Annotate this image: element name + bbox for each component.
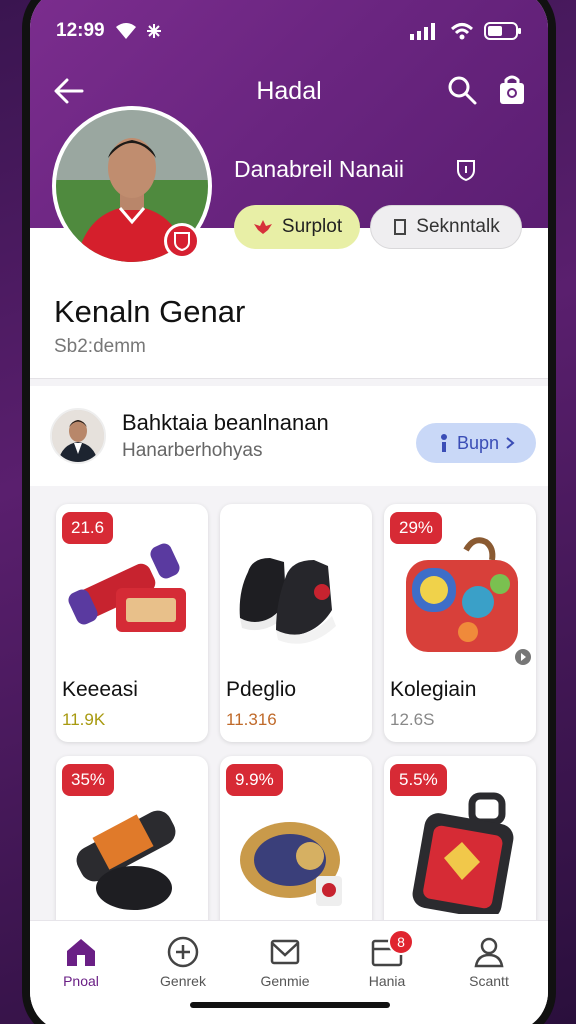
product-card[interactable]: Pdeglio 11.316 [220, 504, 372, 742]
user-icon [474, 937, 504, 968]
message-icon [394, 219, 407, 235]
scarf-icon [68, 543, 186, 632]
page-title: Hadal [256, 76, 322, 105]
chevron-right-icon [506, 437, 515, 449]
cart-icon-wrapper: 8 [370, 929, 414, 969]
club-badge-icon [164, 223, 200, 259]
plus-circle-icon [167, 936, 199, 968]
tab-label: Hania [368, 973, 406, 989]
profile-full-name: Kenaln Genar [54, 294, 246, 329]
home-icon [67, 939, 95, 966]
product-price: 11.9K [62, 710, 106, 729]
bag-icon [406, 537, 518, 652]
tab-cart[interactable]: 8 Hania [342, 929, 432, 995]
follow-button[interactable]: Surplot [234, 205, 360, 249]
status-bar: 12:99 [56, 18, 522, 44]
product-name: Pdeglio [226, 678, 297, 701]
signal-icon [410, 23, 435, 40]
coach-photo [52, 410, 104, 462]
product-price: 12.6S [390, 710, 435, 729]
section-divider [30, 378, 548, 379]
product-name: Keeeasi [62, 678, 138, 701]
message-button[interactable]: Seknntalk [370, 205, 522, 249]
tab-profile[interactable]: Scantt [444, 935, 534, 995]
verified-shield-icon [457, 160, 475, 182]
mail-icon [270, 939, 300, 965]
join-button-label: Bupn [456, 432, 500, 453]
phone-frame: 12:99 Hadal Danabreil Nanaii Surplot Sek… [22, 0, 556, 1024]
display-name: Danabreil Nanaii [234, 156, 405, 182]
product-card[interactable]: 21.6 Keeeasi 11.9K [56, 504, 208, 742]
product-price: 11.316 [226, 710, 277, 729]
boots-icon [239, 558, 336, 644]
coach-name: Bahktaia beanlnanan [122, 410, 329, 435]
tab-label: Pnoal [63, 973, 99, 989]
tab-create[interactable]: Genrek [138, 935, 228, 995]
tab-home[interactable]: Pnoal [36, 935, 126, 995]
join-button[interactable]: Bupn [416, 423, 536, 463]
search-icon[interactable] [446, 74, 478, 106]
profile-handle: Sb2:demm [54, 336, 146, 357]
settings-sparkle-icon [146, 24, 161, 38]
message-button-label: Seknntalk [416, 216, 500, 237]
screen: 12:99 Hadal Danabreil Nanaii Surplot Sek… [30, 0, 548, 1024]
tab-label: Genmie [260, 973, 310, 989]
follow-button-label: Surplot [281, 216, 343, 237]
play-more-icon[interactable] [514, 648, 532, 666]
coach-subtitle: Hanarberhohyas [122, 440, 263, 461]
info-person-icon [440, 434, 447, 452]
battery-icon [484, 22, 521, 40]
back-arrow-icon[interactable] [52, 74, 86, 108]
belt-icon [240, 822, 342, 906]
product-name: Kolegiain [390, 678, 477, 701]
cart-count-badge: 8 [388, 929, 414, 955]
home-indicator[interactable] [190, 1002, 390, 1008]
tab-label: Genrek [160, 973, 206, 989]
luggage-tag-icon [412, 792, 514, 914]
wifi-icon [450, 23, 474, 40]
follow-icon [253, 220, 272, 234]
status-time: 12:99 [56, 20, 105, 41]
wifi-icon [115, 23, 136, 39]
shopping-bag-icon[interactable] [496, 74, 528, 106]
product-card[interactable]: 29% Kolegiain 12.6S [384, 504, 536, 742]
bottle-icon [76, 810, 176, 910]
bottom-tab-bar: Pnoal Genrek Genmie 8 Hania Scantt [30, 920, 548, 1024]
coach-avatar[interactable] [50, 408, 106, 464]
tab-label: Scantt [469, 973, 509, 989]
tab-messages[interactable]: Genmie [240, 935, 330, 995]
